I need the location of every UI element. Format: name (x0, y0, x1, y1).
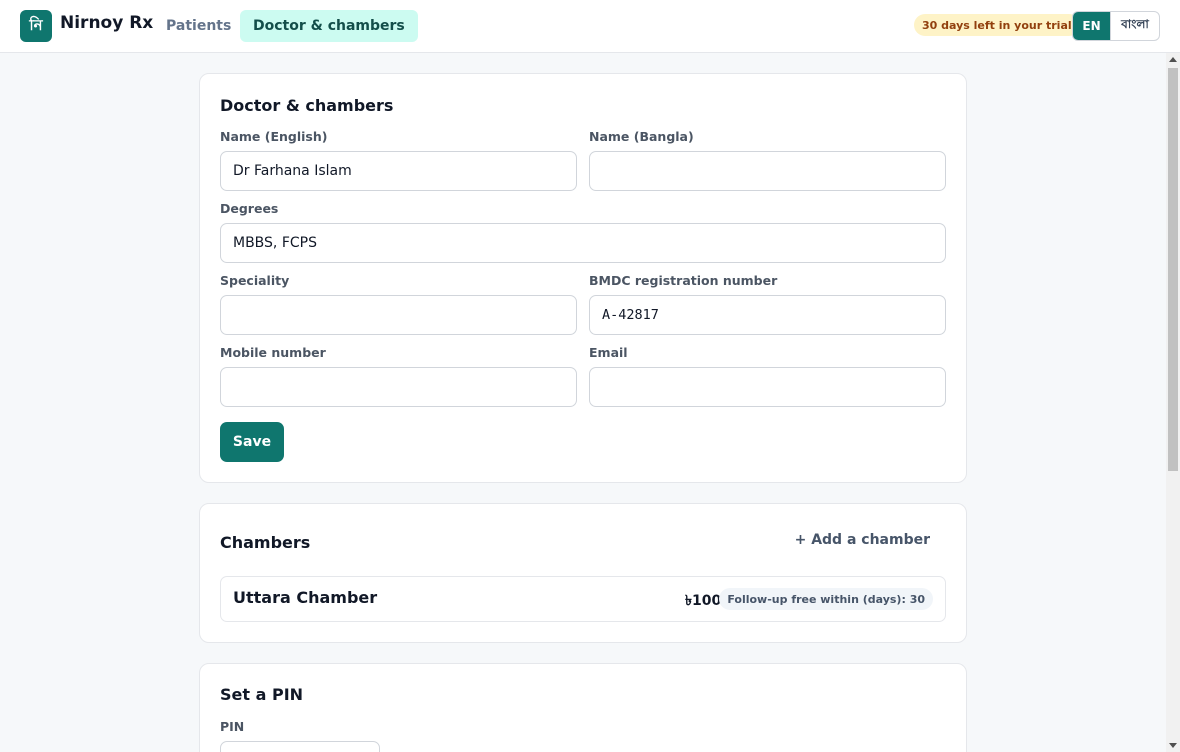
doctor-card-title: Doctor & chambers (220, 96, 394, 115)
doctor-card: Doctor & chambers Name (English) Name (B… (199, 73, 967, 483)
top-header: নি Nirnoy Rx Patients Doctor & chambers … (0, 0, 1180, 53)
scroll-down-arrow-icon[interactable] (1169, 743, 1177, 748)
mobile-input[interactable] (220, 367, 577, 407)
speciality-label: Speciality (220, 273, 290, 288)
name-en-input[interactable] (220, 151, 577, 191)
brand-name: Nirnoy Rx (60, 13, 154, 33)
degrees-label: Degrees (220, 201, 279, 216)
followup-badge: Follow-up free within (days): 30 (719, 588, 933, 610)
tab-doctor-chambers[interactable]: Doctor & chambers (240, 10, 418, 42)
app-logo[interactable]: নি (20, 10, 52, 42)
name-bn-input[interactable] (589, 151, 946, 191)
chambers-title: Chambers (220, 533, 311, 552)
bmdc-input[interactable] (589, 295, 946, 335)
page-scrollbar[interactable] (1166, 53, 1180, 752)
save-button[interactable]: Save (220, 422, 284, 462)
language-switch: EN বাংলা (1072, 11, 1160, 41)
pin-label: PIN (220, 719, 245, 734)
lang-en-button[interactable]: EN (1073, 12, 1110, 40)
pin-card: Set a PIN PIN (199, 663, 967, 752)
mobile-label: Mobile number (220, 345, 326, 360)
chamber-name: Uttara Chamber (233, 588, 378, 607)
trial-badge: 30 days left in your trial (914, 14, 1080, 36)
chambers-card: Chambers + Add a chamber Uttara Chamber … (199, 503, 967, 643)
tab-patients[interactable]: Patients (153, 10, 244, 42)
email-label: Email (589, 345, 628, 360)
lang-bn-button[interactable]: বাংলা (1110, 12, 1159, 40)
scroll-thumb[interactable] (1168, 68, 1178, 471)
bmdc-label: BMDC registration number (589, 273, 778, 288)
email-input[interactable] (589, 367, 946, 407)
chamber-list-item[interactable]: Uttara Chamber ৳1000 Follow-up free with… (220, 576, 946, 622)
scroll-up-arrow-icon[interactable] (1169, 57, 1177, 62)
pin-input[interactable] (220, 741, 380, 752)
name-bn-label: Name (Bangla) (589, 129, 694, 144)
degrees-input[interactable] (220, 223, 946, 263)
add-chamber-button[interactable]: + Add a chamber (795, 532, 930, 548)
speciality-input[interactable] (220, 295, 577, 335)
pin-title: Set a PIN (220, 685, 304, 704)
name-en-label: Name (English) (220, 129, 328, 144)
